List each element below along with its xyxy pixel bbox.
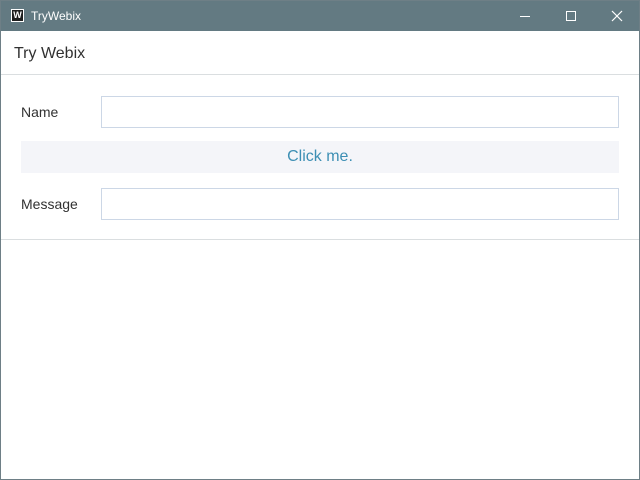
name-label: Name <box>21 104 59 120</box>
name-input[interactable] <box>101 96 619 128</box>
app-logo-icon: W <box>11 9 24 22</box>
window-title: TryWebix <box>31 9 82 23</box>
close-icon <box>611 10 623 22</box>
minimize-button[interactable] <box>502 1 548 31</box>
close-button[interactable] <box>594 1 640 31</box>
message-label: Message <box>21 196 78 212</box>
app-window: W TryWebix Try Webix Name Click me. Mess… <box>0 0 640 480</box>
title-bar[interactable]: W TryWebix <box>1 1 639 31</box>
app-header: Try Webix <box>1 31 639 75</box>
message-input[interactable] <box>101 188 619 220</box>
maximize-button[interactable] <box>548 1 594 31</box>
form: Name Click me. Message <box>1 75 639 240</box>
minimize-icon <box>520 16 530 17</box>
maximize-icon <box>566 11 576 21</box>
page-title: Try Webix <box>14 45 86 62</box>
click-me-button[interactable]: Click me. <box>21 141 619 173</box>
click-me-label: Click me. <box>287 148 353 165</box>
